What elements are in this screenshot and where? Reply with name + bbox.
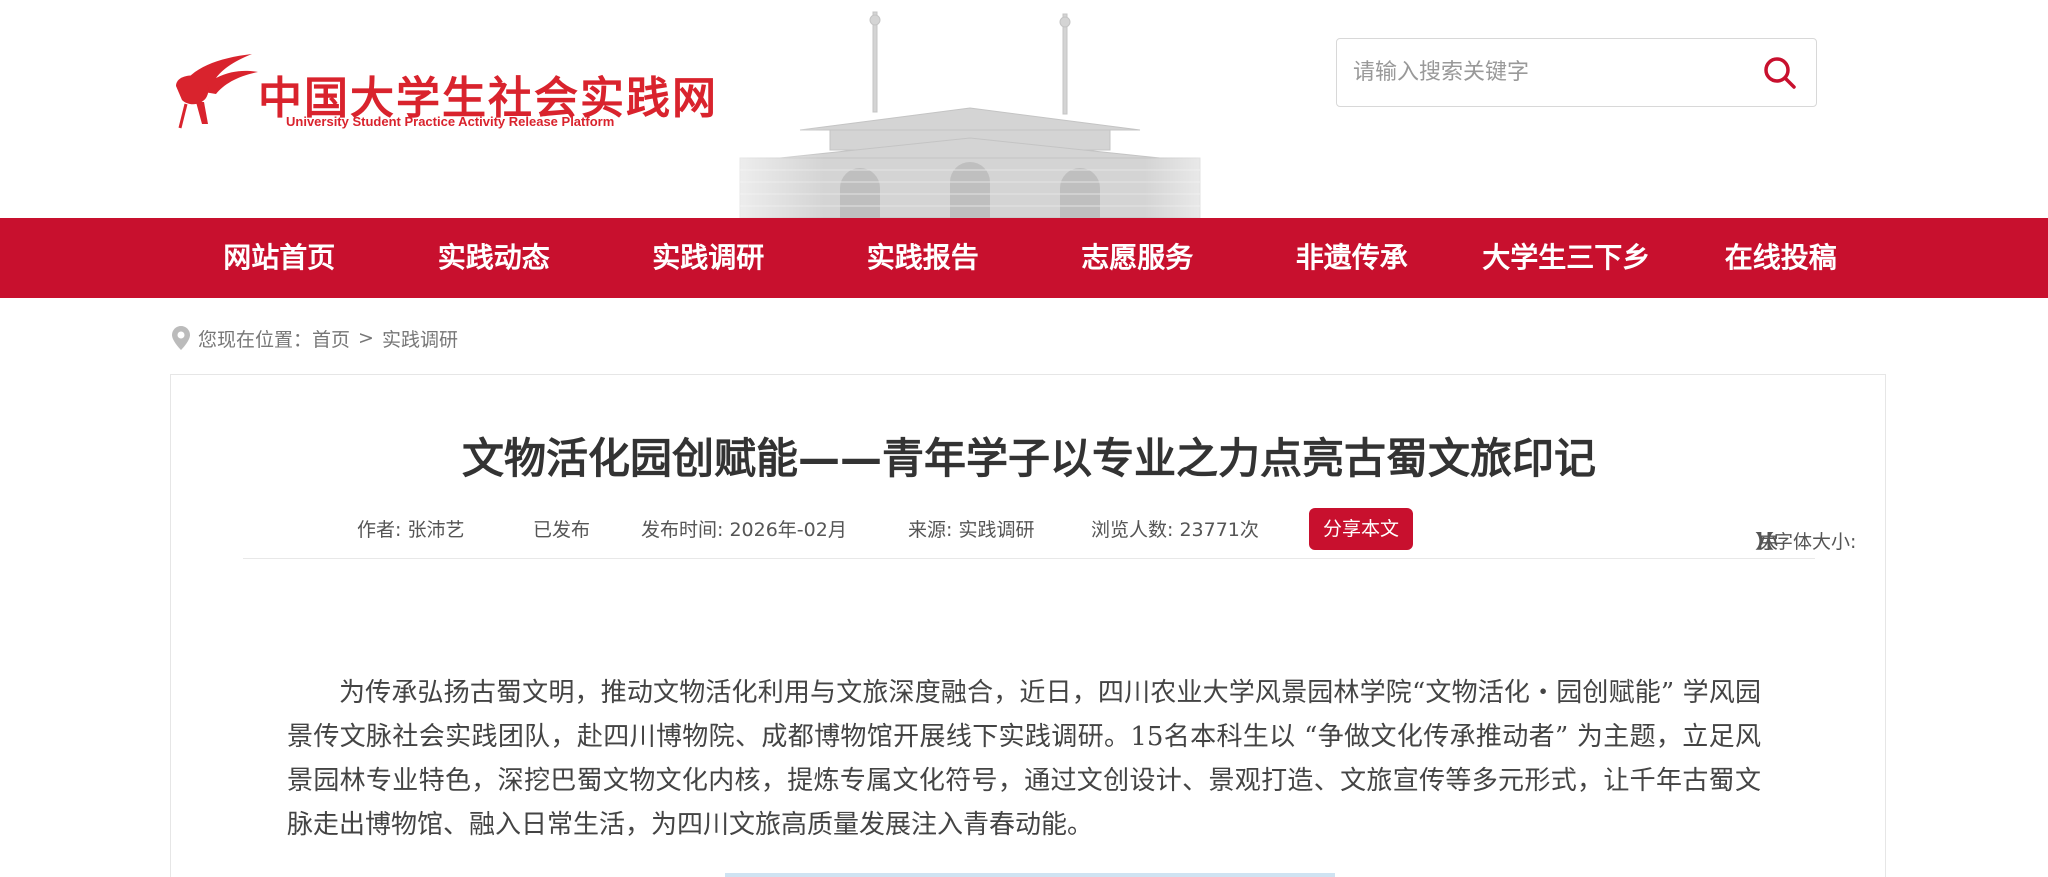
- meta-author: 作者: 张沛艺: [357, 519, 465, 541]
- search-box: [1336, 38, 1817, 107]
- search-icon[interactable]: [1762, 55, 1798, 91]
- breadcrumb-home-link[interactable]: 首页: [312, 325, 350, 352]
- meta-views: 浏览人数: 23771次: [1091, 519, 1259, 541]
- nav-item-practice-research[interactable]: 实践调研: [601, 218, 816, 298]
- nav-item-heritage[interactable]: 非遗传承: [1245, 218, 1460, 298]
- main-nav-items: 网站首页 实践动态 实践调研 实践报告 志愿服务 非遗传承 大学生三下乡 在线投…: [172, 218, 1888, 298]
- torch-icon: [176, 54, 258, 129]
- article-title: 文物活化园创赋能——青年学子以专业之力点亮古蜀文旅印记: [461, 434, 1596, 483]
- article-meta: 作者: 张沛艺 已发布 发布时间: 2026年-02月 来源: 实践调研 浏览人…: [243, 503, 1856, 559]
- breadcrumb: 您现在位置： 首页 > 实践调研: [172, 322, 458, 354]
- main-nav: 网站首页 实践动态 实践调研 实践报告 志愿服务 非遗传承 大学生三下乡 在线投…: [0, 218, 2048, 298]
- meta-publish-time: 发布时间: 2026年-02月: [641, 519, 847, 541]
- meta-source: 来源: 实践调研: [908, 519, 1035, 541]
- breadcrumb-current-link[interactable]: 实践调研: [382, 325, 458, 352]
- nav-item-home[interactable]: 网站首页: [172, 218, 387, 298]
- search-input[interactable]: [1353, 39, 1753, 106]
- article-container: 文物活化园创赋能——青年学子以专业之力点亮古蜀文旅印记 作者: 张沛艺 已发布 …: [170, 374, 1886, 877]
- article-paragraph: 为传承弘扬古蜀文明，推动文物活化利用与文旅深度融合，近日，四川农业大学风景园林学…: [287, 678, 1761, 840]
- nav-item-rural-program[interactable]: 大学生三下乡: [1459, 218, 1674, 298]
- site-header: 中国大学生社会实践网 University Student Practice A…: [0, 0, 2048, 218]
- breadcrumb-separator: >: [358, 327, 374, 349]
- gate-tower-illustration: [680, 0, 1260, 218]
- font-size-suffix: 】: [1755, 531, 1775, 553]
- nav-item-practice-news[interactable]: 实践动态: [387, 218, 602, 298]
- breadcrumb-prefix: 您现在位置：: [198, 328, 313, 351]
- share-button[interactable]: 分享本文: [1309, 508, 1414, 550]
- article-image-top-edge: [725, 873, 1335, 877]
- location-pin-icon: [172, 326, 190, 350]
- logo-name-en: University Student Practice Activity Rel…: [286, 114, 615, 129]
- meta-status: 已发布: [533, 519, 591, 541]
- nav-item-practice-report[interactable]: 实践报告: [816, 218, 1031, 298]
- nav-item-volunteer[interactable]: 志愿服务: [1030, 218, 1245, 298]
- nav-item-submit[interactable]: 在线投稿: [1674, 218, 1889, 298]
- site-logo[interactable]: 中国大学生社会实践网 University Student Practice A…: [172, 48, 716, 138]
